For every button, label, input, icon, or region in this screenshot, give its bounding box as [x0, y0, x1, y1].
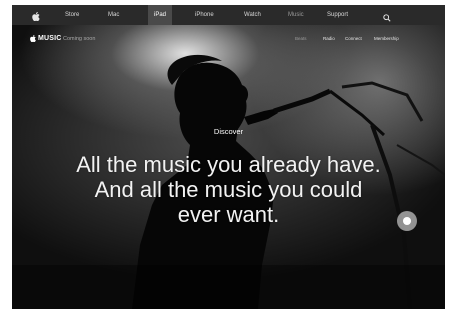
apple-music-logo[interactable]: MUSIC: [30, 35, 62, 42]
hero-headline: All the music you already have. And all …: [12, 152, 445, 227]
browser-viewport: Store Mac iPad iPhone Watch Music Suppor…: [12, 5, 445, 309]
nav-ipad[interactable]: iPad: [148, 5, 173, 25]
apple-logo-icon[interactable]: [32, 10, 40, 22]
nav-mac[interactable]: Mac: [108, 5, 119, 25]
headline-line-2: And all the music you could: [94, 177, 363, 202]
headline-line-3: ever want.: [177, 202, 280, 227]
subnav-membership[interactable]: Membership: [374, 36, 399, 41]
global-nav: Store Mac iPad iPhone Watch Music Suppor…: [12, 5, 445, 25]
subnav-radio[interactable]: Radio: [323, 36, 335, 41]
nav-music[interactable]: Music: [288, 5, 304, 25]
subnav-connect[interactable]: Connect: [345, 36, 362, 41]
nav-watch[interactable]: Watch: [244, 5, 261, 25]
discover-eyebrow: Discover: [213, 127, 244, 136]
apple-logo-icon: [30, 35, 36, 42]
headline-line-1: All the music you already have.: [76, 152, 381, 177]
music-brand-label: MUSIC: [38, 35, 62, 42]
search-icon[interactable]: [383, 11, 391, 22]
subnav-beats[interactable]: Beats: [295, 36, 307, 41]
nav-support[interactable]: Support: [327, 5, 348, 25]
nav-iphone[interactable]: iPhone: [195, 5, 214, 25]
music-subnav: MUSIC Coming soon Beats Radio Connect Me…: [12, 35, 445, 49]
coming-soon-label: Coming soon: [63, 36, 96, 42]
nav-store[interactable]: Store: [65, 5, 79, 25]
hero-section: MUSIC Coming soon Beats Radio Connect Me…: [12, 25, 445, 309]
